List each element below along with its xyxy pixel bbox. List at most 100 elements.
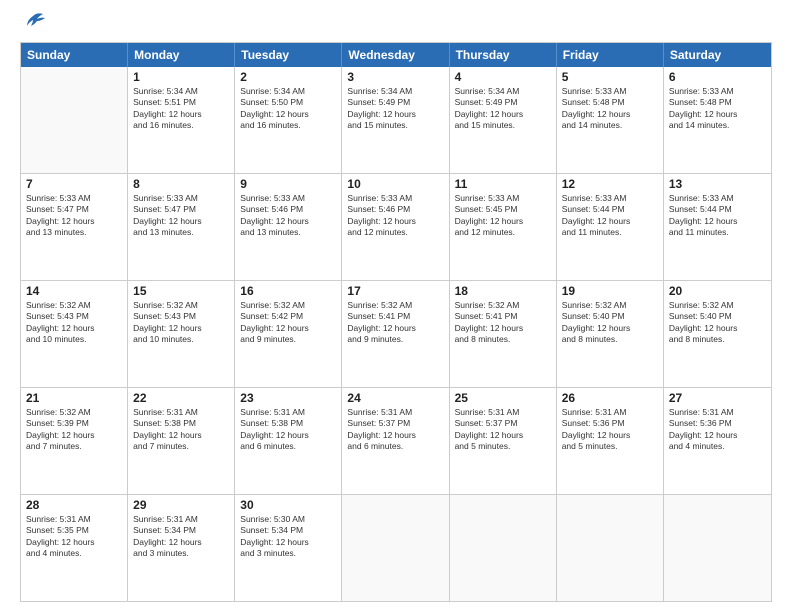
calendar-body: 1 Sunrise: 5:34 AM Sunset: 5:51 PM Daylig… xyxy=(21,67,771,601)
calendar-cell: 5 Sunrise: 5:33 AM Sunset: 5:48 PM Daylig… xyxy=(557,67,664,173)
day-number: 2 xyxy=(240,70,336,84)
day-info: Sunrise: 5:31 AM Sunset: 5:37 PM Dayligh… xyxy=(455,407,551,453)
header-day-sunday: Sunday xyxy=(21,43,128,67)
day-info: Sunrise: 5:34 AM Sunset: 5:49 PM Dayligh… xyxy=(455,86,551,132)
day-number: 23 xyxy=(240,391,336,405)
day-info: Sunrise: 5:33 AM Sunset: 5:47 PM Dayligh… xyxy=(133,193,229,239)
day-number: 3 xyxy=(347,70,443,84)
calendar-cell: 27 Sunrise: 5:31 AM Sunset: 5:36 PM Dayli… xyxy=(664,388,771,494)
day-info: Sunrise: 5:31 AM Sunset: 5:35 PM Dayligh… xyxy=(26,514,122,560)
day-info: Sunrise: 5:33 AM Sunset: 5:46 PM Dayligh… xyxy=(347,193,443,239)
logo-bird-icon xyxy=(23,12,45,32)
day-number: 8 xyxy=(133,177,229,191)
header xyxy=(20,16,772,32)
day-number: 13 xyxy=(669,177,766,191)
calendar: SundayMondayTuesdayWednesdayThursdayFrid… xyxy=(20,42,772,602)
day-number: 18 xyxy=(455,284,551,298)
calendar-cell: 11 Sunrise: 5:33 AM Sunset: 5:45 PM Dayli… xyxy=(450,174,557,280)
day-number: 10 xyxy=(347,177,443,191)
calendar-cell xyxy=(342,495,449,601)
day-number: 19 xyxy=(562,284,658,298)
day-number: 27 xyxy=(669,391,766,405)
calendar-row-3: 21 Sunrise: 5:32 AM Sunset: 5:39 PM Dayli… xyxy=(21,387,771,494)
day-number: 30 xyxy=(240,498,336,512)
calendar-cell: 14Sunrise: 5:32 AM Sunset: 5:43 PM Dayli… xyxy=(21,281,128,387)
day-info: Sunrise: 5:32 AM Sunset: 5:41 PM Dayligh… xyxy=(347,300,443,346)
calendar-cell: 30Sunrise: 5:30 AM Sunset: 5:34 PM Dayli… xyxy=(235,495,342,601)
day-info: Sunrise: 5:33 AM Sunset: 5:45 PM Dayligh… xyxy=(455,193,551,239)
day-number: 7 xyxy=(26,177,122,191)
day-info: Sunrise: 5:31 AM Sunset: 5:37 PM Dayligh… xyxy=(347,407,443,453)
calendar-cell xyxy=(557,495,664,601)
day-info: Sunrise: 5:33 AM Sunset: 5:48 PM Dayligh… xyxy=(669,86,766,132)
day-number: 6 xyxy=(669,70,766,84)
day-info: Sunrise: 5:32 AM Sunset: 5:42 PM Dayligh… xyxy=(240,300,336,346)
day-info: Sunrise: 5:32 AM Sunset: 5:40 PM Dayligh… xyxy=(562,300,658,346)
header-day-tuesday: Tuesday xyxy=(235,43,342,67)
calendar-cell: 22 Sunrise: 5:31 AM Sunset: 5:38 PM Dayli… xyxy=(128,388,235,494)
calendar-cell xyxy=(21,67,128,173)
calendar-cell: 28 Sunrise: 5:31 AM Sunset: 5:35 PM Dayli… xyxy=(21,495,128,601)
day-number: 21 xyxy=(26,391,122,405)
day-number: 4 xyxy=(455,70,551,84)
page: SundayMondayTuesdayWednesdayThursdayFrid… xyxy=(0,0,792,612)
calendar-cell: 29Sunrise: 5:31 AM Sunset: 5:34 PM Dayli… xyxy=(128,495,235,601)
day-info: Sunrise: 5:33 AM Sunset: 5:46 PM Dayligh… xyxy=(240,193,336,239)
calendar-cell: 9 Sunrise: 5:33 AM Sunset: 5:46 PM Daylig… xyxy=(235,174,342,280)
day-number: 24 xyxy=(347,391,443,405)
calendar-cell: 18 Sunrise: 5:32 AM Sunset: 5:41 PM Dayli… xyxy=(450,281,557,387)
day-info: Sunrise: 5:32 AM Sunset: 5:40 PM Dayligh… xyxy=(669,300,766,346)
calendar-cell: 2 Sunrise: 5:34 AM Sunset: 5:50 PM Daylig… xyxy=(235,67,342,173)
day-info: Sunrise: 5:33 AM Sunset: 5:44 PM Dayligh… xyxy=(562,193,658,239)
day-info: Sunrise: 5:34 AM Sunset: 5:49 PM Dayligh… xyxy=(347,86,443,132)
day-info: Sunrise: 5:31 AM Sunset: 5:34 PM Dayligh… xyxy=(133,514,229,560)
day-info: Sunrise: 5:32 AM Sunset: 5:41 PM Dayligh… xyxy=(455,300,551,346)
calendar-cell: 1 Sunrise: 5:34 AM Sunset: 5:51 PM Daylig… xyxy=(128,67,235,173)
day-number: 28 xyxy=(26,498,122,512)
day-number: 26 xyxy=(562,391,658,405)
calendar-cell: 17Sunrise: 5:32 AM Sunset: 5:41 PM Dayli… xyxy=(342,281,449,387)
day-number: 5 xyxy=(562,70,658,84)
day-number: 12 xyxy=(562,177,658,191)
day-number: 11 xyxy=(455,177,551,191)
day-number: 20 xyxy=(669,284,766,298)
header-day-wednesday: Wednesday xyxy=(342,43,449,67)
day-info: Sunrise: 5:32 AM Sunset: 5:43 PM Dayligh… xyxy=(133,300,229,346)
calendar-cell: 20 Sunrise: 5:32 AM Sunset: 5:40 PM Dayli… xyxy=(664,281,771,387)
calendar-cell: 24 Sunrise: 5:31 AM Sunset: 5:37 PM Dayli… xyxy=(342,388,449,494)
day-number: 9 xyxy=(240,177,336,191)
day-info: Sunrise: 5:31 AM Sunset: 5:38 PM Dayligh… xyxy=(133,407,229,453)
calendar-cell: 13 Sunrise: 5:33 AM Sunset: 5:44 PM Dayli… xyxy=(664,174,771,280)
header-day-friday: Friday xyxy=(557,43,664,67)
day-info: Sunrise: 5:34 AM Sunset: 5:50 PM Dayligh… xyxy=(240,86,336,132)
day-info: Sunrise: 5:32 AM Sunset: 5:39 PM Dayligh… xyxy=(26,407,122,453)
day-number: 16 xyxy=(240,284,336,298)
calendar-cell: 6 Sunrise: 5:33 AM Sunset: 5:48 PM Daylig… xyxy=(664,67,771,173)
day-info: Sunrise: 5:33 AM Sunset: 5:48 PM Dayligh… xyxy=(562,86,658,132)
calendar-row-2: 14Sunrise: 5:32 AM Sunset: 5:43 PM Dayli… xyxy=(21,280,771,387)
calendar-cell: 10 Sunrise: 5:33 AM Sunset: 5:46 PM Dayli… xyxy=(342,174,449,280)
day-number: 1 xyxy=(133,70,229,84)
calendar-cell: 26 Sunrise: 5:31 AM Sunset: 5:36 PM Dayli… xyxy=(557,388,664,494)
day-info: Sunrise: 5:31 AM Sunset: 5:36 PM Dayligh… xyxy=(669,407,766,453)
calendar-cell: 16 Sunrise: 5:32 AM Sunset: 5:42 PM Dayli… xyxy=(235,281,342,387)
calendar-cell xyxy=(450,495,557,601)
calendar-cell: 12 Sunrise: 5:33 AM Sunset: 5:44 PM Dayli… xyxy=(557,174,664,280)
logo xyxy=(20,16,45,32)
calendar-row-4: 28 Sunrise: 5:31 AM Sunset: 5:35 PM Dayli… xyxy=(21,494,771,601)
calendar-cell: 23Sunrise: 5:31 AM Sunset: 5:38 PM Dayli… xyxy=(235,388,342,494)
calendar-cell: 7 Sunrise: 5:33 AM Sunset: 5:47 PM Daylig… xyxy=(21,174,128,280)
calendar-cell: 21 Sunrise: 5:32 AM Sunset: 5:39 PM Dayli… xyxy=(21,388,128,494)
day-number: 22 xyxy=(133,391,229,405)
day-info: Sunrise: 5:33 AM Sunset: 5:47 PM Dayligh… xyxy=(26,193,122,239)
calendar-cell: 8 Sunrise: 5:33 AM Sunset: 5:47 PM Daylig… xyxy=(128,174,235,280)
calendar-row-0: 1 Sunrise: 5:34 AM Sunset: 5:51 PM Daylig… xyxy=(21,67,771,173)
day-info: Sunrise: 5:31 AM Sunset: 5:36 PM Dayligh… xyxy=(562,407,658,453)
day-info: Sunrise: 5:34 AM Sunset: 5:51 PM Dayligh… xyxy=(133,86,229,132)
calendar-row-1: 7 Sunrise: 5:33 AM Sunset: 5:47 PM Daylig… xyxy=(21,173,771,280)
day-number: 15 xyxy=(133,284,229,298)
day-info: Sunrise: 5:33 AM Sunset: 5:44 PM Dayligh… xyxy=(669,193,766,239)
header-day-thursday: Thursday xyxy=(450,43,557,67)
day-number: 25 xyxy=(455,391,551,405)
calendar-cell: 3 Sunrise: 5:34 AM Sunset: 5:49 PM Daylig… xyxy=(342,67,449,173)
